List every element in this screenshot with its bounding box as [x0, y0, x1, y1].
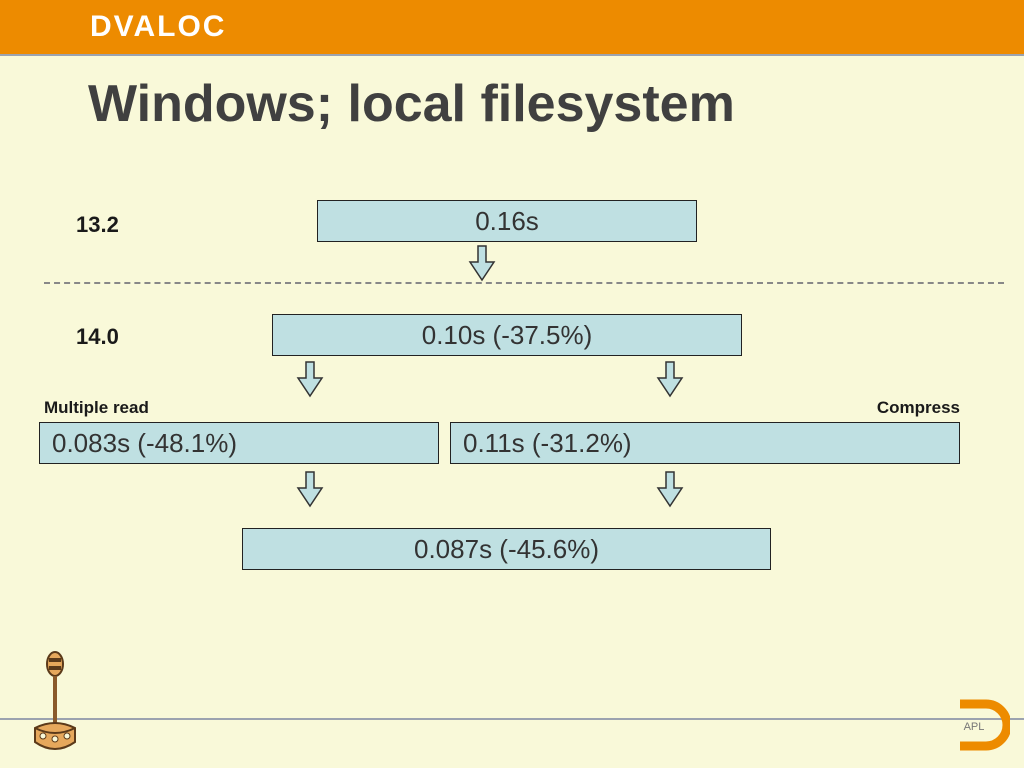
box-compress: 0.11s (-31.2%) [450, 422, 960, 464]
apl-badge-icon: APL [952, 696, 1010, 754]
label-multiple-read: Multiple read [44, 398, 149, 418]
box-baseline: 0.16s [317, 200, 697, 242]
diagram-stage: 13.2 14.0 Multiple read Compress 0.16s 0… [0, 134, 1024, 694]
arrow-down-icon [655, 360, 685, 398]
slide-title: Windows; local filesystem [88, 74, 1024, 134]
header-underline [0, 54, 1024, 56]
apl-badge-text: APL [964, 721, 985, 733]
arrow-down-icon [295, 470, 325, 508]
arrow-down-icon [295, 360, 325, 398]
version-label-14-0: 14.0 [76, 324, 119, 350]
brand-logo-text: DVALOC [90, 10, 226, 44]
arrow-down-icon [655, 470, 685, 508]
arrow-down-icon [467, 244, 497, 282]
footer-divider [0, 718, 1024, 720]
box-combined: 0.087s (-45.6%) [242, 528, 771, 570]
box-v140: 0.10s (-37.5%) [272, 314, 742, 356]
version-divider [44, 282, 1004, 284]
viking-boat-icon [30, 646, 80, 756]
label-compress: Compress [877, 398, 960, 418]
version-label-13-2: 13.2 [76, 212, 119, 238]
box-multiple-read: 0.083s (-48.1%) [39, 422, 439, 464]
brand-header: DVALOC [0, 0, 1024, 54]
